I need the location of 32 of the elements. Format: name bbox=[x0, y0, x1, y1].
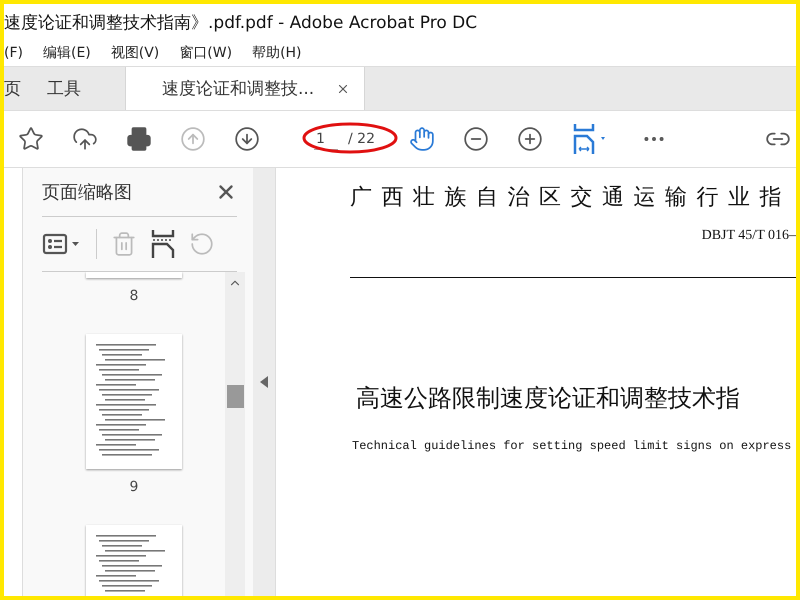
tab[interactable]: 工具 bbox=[47, 67, 107, 110]
page-number-field[interactable]: 1 bbox=[314, 128, 338, 150]
document-title: 高速公路限制速度论证和调整技术指 bbox=[356, 383, 741, 414]
page-count: / 22 bbox=[348, 131, 375, 147]
menu-item[interactable]: 窗口(W) bbox=[179, 44, 232, 62]
document-subtitle: Technical guidelines for setting speed limit signs on express bbox=[352, 439, 792, 453]
insert-pages-icon[interactable] bbox=[151, 230, 175, 258]
star-icon[interactable] bbox=[18, 126, 44, 152]
menu-item[interactable]: 帮助(H) bbox=[252, 44, 302, 62]
hand-icon[interactable] bbox=[408, 126, 435, 152]
zoom-in-icon[interactable] bbox=[516, 126, 543, 152]
page-thumbnail[interactable] bbox=[86, 525, 182, 596]
page-label: 8 bbox=[130, 288, 138, 304]
page-label: 9 bbox=[130, 479, 138, 495]
page-thumbnail[interactable] bbox=[86, 334, 182, 469]
document-text: 广西壮族自治区交通运输行业指 bbox=[350, 184, 792, 212]
tab[interactable]: 页 bbox=[4, 67, 47, 110]
menu-item[interactable]: 编辑(E) bbox=[42, 44, 91, 62]
window-title: 速度论证和调整技术指南》.pdf.pdf - Adobe Acrobat Pro DC bbox=[4, 12, 478, 34]
page-thumbnail[interactable] bbox=[86, 272, 182, 278]
scrollbar-thumb[interactable] bbox=[226, 385, 244, 408]
menu-item[interactable]: 视图(V) bbox=[110, 44, 160, 62]
panel-title: 页面缩略图 bbox=[42, 181, 132, 204]
zoom-out-icon[interactable] bbox=[462, 126, 489, 152]
collapse-arrow-icon[interactable] bbox=[260, 376, 268, 388]
document-text: DBJT 45/T 016– bbox=[702, 228, 796, 244]
printer-icon[interactable] bbox=[126, 126, 152, 152]
arrow-down-icon[interactable] bbox=[234, 126, 260, 152]
menu-item[interactable]: (F) bbox=[4, 45, 23, 61]
tab[interactable]: 速度论证和调整技... bbox=[125, 67, 366, 110]
thumbnail-options-icon[interactable] bbox=[42, 232, 82, 256]
cloud-upload-icon[interactable] bbox=[72, 126, 98, 152]
